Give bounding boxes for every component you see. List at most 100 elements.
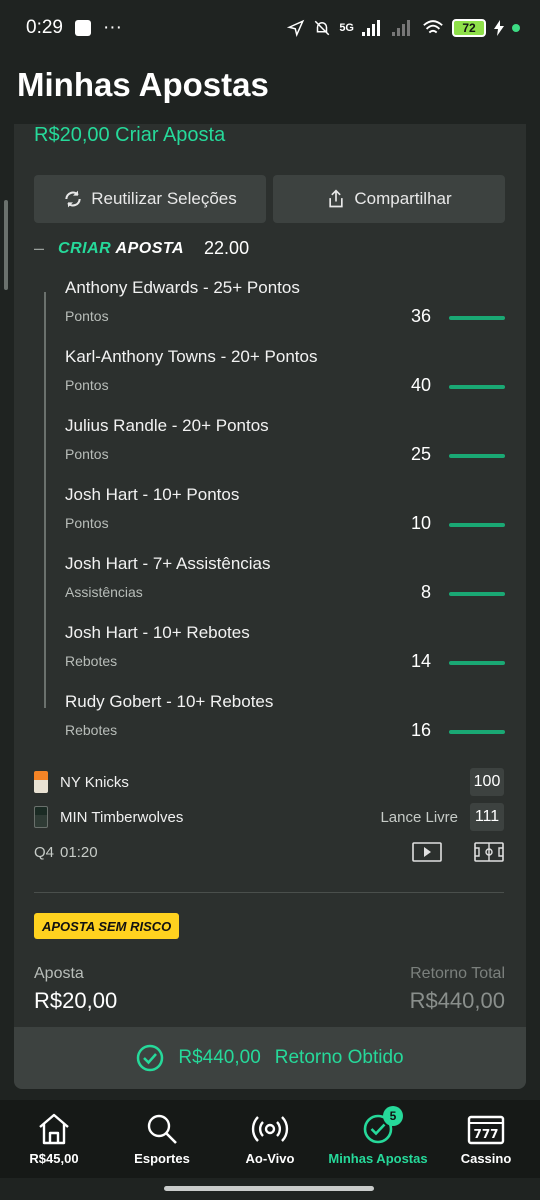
play-video-icon[interactable] xyxy=(412,842,442,862)
logo-part-2: APOSTA xyxy=(115,239,185,257)
bet-odds: 22.00 xyxy=(204,238,250,258)
bet-leg-title: Anthony Edwards - 25+ Pontos xyxy=(65,278,300,297)
share-icon xyxy=(329,189,344,208)
nav-item-ao-vivo[interactable]: Ao-Vivo xyxy=(216,1100,324,1178)
bet-leg-title: Karl-Anthony Towns - 20+ Pontos xyxy=(65,347,318,366)
bet-leg-market: Rebotes xyxy=(65,653,118,669)
nav-item-home[interactable]: R$45,00 xyxy=(0,1100,108,1178)
status-time: 0:29 xyxy=(26,17,63,38)
bet-leg-market: Pontos xyxy=(65,515,109,531)
game-event-note: Lance Livre xyxy=(380,808,458,826)
result-bar: R$440,00 Retorno Obtido xyxy=(14,1027,526,1089)
nav-label: Cassino xyxy=(460,1150,512,1166)
team-row-away: MIN Timberwolves Lance Livre 111 xyxy=(34,803,504,831)
bet-leg-market: Assistências xyxy=(65,584,143,600)
bet-header-link[interactable]: R$20,00 Criar Aposta xyxy=(34,124,225,147)
bet-leg-title: Julius Randle - 20+ Pontos xyxy=(65,416,269,435)
game-period: Q4 xyxy=(34,843,55,861)
team-row-home: NY Knicks 100 xyxy=(34,768,504,796)
team-score: 111 xyxy=(470,803,504,831)
bet-leg-value: 16 xyxy=(410,720,431,740)
nav-item-minhas-apostas[interactable]: 5 Minhas Apostas xyxy=(324,1100,432,1178)
bet-leg-progress-bar xyxy=(449,523,505,527)
bet-leg-value: 40 xyxy=(410,375,431,395)
nav-label: Esportes xyxy=(134,1150,190,1166)
bet-card: R$20,00 Criar Aposta Reutilizar Seleções… xyxy=(14,124,526,1089)
game-clock: 01:20 xyxy=(60,843,98,861)
app-notification-icon xyxy=(74,20,91,36)
bet-leg-title: Josh Hart - 10+ Pontos xyxy=(65,485,240,504)
timberwolves-jersey-icon xyxy=(34,806,48,828)
mute-icon xyxy=(315,20,330,36)
bet-leg: Karl-Anthony Towns - 20+ Pontos Pontos 40 xyxy=(65,347,505,407)
bet-leg: Julius Randle - 20+ Pontos Pontos 25 xyxy=(65,416,505,476)
network-type: 5G xyxy=(339,22,354,34)
stake-label: Aposta xyxy=(34,965,84,982)
logo-part-1: CRIAR xyxy=(58,239,112,257)
bet-leg-value: 14 xyxy=(410,651,431,671)
bet-leg-progress-bar xyxy=(449,661,505,665)
bottom-nav: R$45,00 Esportes Ao-Vivo 5 Minhas Aposta… xyxy=(0,1100,540,1178)
bet-leg-value: 8 xyxy=(420,582,431,602)
bet-leg-title: Josh Hart - 10+ Rebotes xyxy=(65,623,250,642)
nav-label: Minhas Apostas xyxy=(328,1150,428,1166)
knicks-jersey-icon xyxy=(34,771,48,793)
status-bar: 0:29 ··· 5G 72 xyxy=(0,0,540,56)
bet-leg: Josh Hart - 10+ Pontos Pontos 10 xyxy=(65,485,505,545)
team-name: MIN Timberwolves xyxy=(60,808,184,826)
privacy-dot-icon xyxy=(512,24,520,32)
reuse-selections-label: Reutilizar Seleções xyxy=(91,189,237,208)
bet-leg-market: Pontos xyxy=(65,308,109,324)
search-icon xyxy=(147,1114,177,1144)
bet-builder-header: – CRIAR APOSTA 22.00 xyxy=(34,238,249,259)
share-button[interactable]: Compartilhar xyxy=(273,175,505,223)
bet-leg-title: Rudy Gobert - 10+ Rebotes xyxy=(65,692,274,711)
stake-value: R$20,00 xyxy=(34,988,118,1013)
nav-item-cassino[interactable]: 777 Cassino xyxy=(432,1100,540,1178)
bet-leg-title: Josh Hart - 7+ Assistências xyxy=(65,554,271,573)
bet-leg-progress-bar xyxy=(449,454,505,458)
live-field-icon[interactable] xyxy=(474,842,504,862)
refresh-icon xyxy=(65,190,81,208)
result-text: Retorno Obtido xyxy=(274,1047,404,1068)
divider xyxy=(34,892,504,893)
slot-machine-icon: 777 xyxy=(467,1115,505,1144)
charging-icon xyxy=(494,20,504,36)
bet-leg-value: 25 xyxy=(410,444,431,464)
collapse-toggle[interactable]: – xyxy=(34,238,44,259)
wifi-icon xyxy=(423,20,443,34)
nav-label: R$45,00 xyxy=(29,1150,79,1166)
nav-item-esportes[interactable]: Esportes xyxy=(108,1100,216,1178)
battery-level: 72 xyxy=(452,19,486,37)
return-value: R$440,00 xyxy=(409,988,505,1013)
home-icon xyxy=(39,1113,69,1144)
legs-timeline xyxy=(44,292,46,708)
more-notifications-icon: ··· xyxy=(102,17,122,38)
bet-leg-value: 10 xyxy=(410,513,431,533)
team-name: NY Knicks xyxy=(60,773,129,791)
risk-free-badge: APOSTA SEM RISCO xyxy=(34,913,180,939)
bet-leg: Anthony Edwards - 25+ Pontos Pontos 36 xyxy=(65,278,505,338)
bet-leg-value: 36 xyxy=(410,306,431,326)
bet-leg-progress-bar xyxy=(449,592,505,596)
bet-leg: Josh Hart - 7+ Assistências Assistências 8 xyxy=(65,554,505,614)
return-label: Retorno Total xyxy=(410,965,505,982)
criar-aposta-logo: CRIAR APOSTA xyxy=(58,240,184,258)
result-amount: R$440,00 xyxy=(178,1047,261,1068)
nav-label: Ao-Vivo xyxy=(245,1150,295,1166)
signal-icon xyxy=(362,20,380,36)
reuse-selections-button[interactable]: Reutilizar Seleções xyxy=(34,175,266,223)
location-icon xyxy=(287,19,305,37)
live-icon xyxy=(251,1115,289,1142)
bet-leg-progress-bar xyxy=(449,316,505,320)
bet-leg: Josh Hart - 10+ Rebotes Rebotes 14 xyxy=(65,623,505,683)
bets-count-badge: 5 xyxy=(383,1106,403,1126)
game-clock-row: Q4 01:20 xyxy=(34,842,504,862)
bet-leg-market: Rebotes xyxy=(65,722,118,738)
home-indicator[interactable] xyxy=(164,1186,374,1191)
team-score: 100 xyxy=(470,768,504,796)
bet-leg-market: Pontos xyxy=(65,446,109,462)
check-circle-icon xyxy=(137,1044,164,1072)
page-title: Minhas Apostas xyxy=(17,66,269,103)
scroll-indicator[interactable] xyxy=(4,200,8,290)
